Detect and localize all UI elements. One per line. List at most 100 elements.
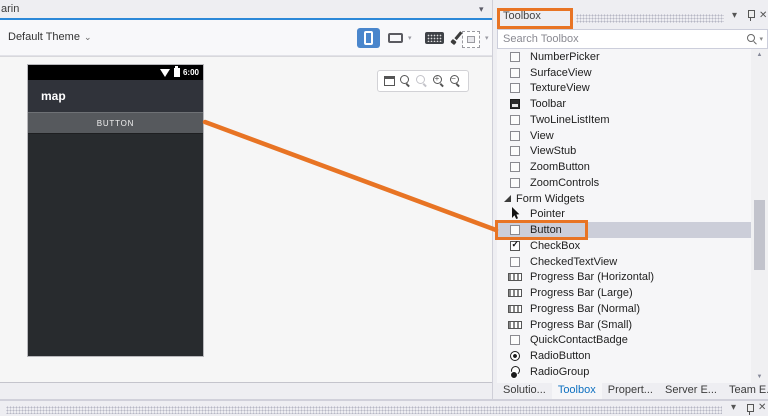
progress-bar-icon	[508, 320, 522, 329]
chevron-down-icon[interactable]: ▾	[485, 34, 489, 42]
scrollbar-thumb[interactable]	[754, 200, 765, 270]
toolbox-item[interactable]: TwoLineListItem	[497, 112, 751, 128]
panel-tab-teame[interactable]: Team E...	[723, 383, 768, 399]
toolbox-item[interactable]: Progress Bar (Normal)	[497, 301, 751, 317]
toolbox-item[interactable]: View	[497, 128, 751, 144]
icon-holder	[508, 67, 522, 78]
icon-holder	[508, 177, 522, 188]
zoom-controls: + −	[377, 70, 469, 92]
window-position-menu-icon[interactable]: ▾	[732, 10, 737, 21]
designed-button-widget[interactable]: BUTTON	[28, 112, 203, 134]
toolbox-item[interactable]: Toolbar	[497, 96, 751, 112]
keyboard-icon	[424, 32, 444, 44]
keyboard-state-button[interactable]	[422, 28, 446, 48]
toolbox-item[interactable]: CheckedTextView	[497, 254, 751, 270]
document-tab-label[interactable]: arin	[1, 3, 19, 15]
toolbox-group-header[interactable]: Form Widgets	[497, 191, 751, 207]
icon-holder	[508, 366, 522, 380]
chevron-down-icon[interactable]: ▾	[479, 4, 484, 15]
minus-sign: −	[451, 74, 456, 83]
panel-tab-propert[interactable]: Propert...	[602, 383, 659, 399]
zoom-out-icon[interactable]: −	[449, 74, 462, 87]
icon-holder	[508, 114, 522, 125]
theme-selector-label: Default Theme	[8, 31, 80, 43]
toolbox-item-label: Progress Bar (Large)	[530, 287, 633, 300]
zoom-100-icon	[416, 75, 428, 87]
toolbox-item-label: RadioButton	[530, 350, 591, 363]
design-surface[interactable]: 6:00 map BUTTON + −	[0, 56, 492, 383]
chevron-down-icon[interactable]: ▾	[408, 34, 412, 42]
device-landscape-button[interactable]	[384, 28, 406, 48]
toolbox-item[interactable]: Pointer	[497, 206, 751, 223]
toolbox-item-label: Button	[530, 224, 562, 237]
toolbox-panel: Toolbox ▾ ✕ ▾ NumberPicker SurfaceView Tex…	[494, 0, 768, 416]
toolbox-item-label: Progress Bar (Small)	[530, 318, 633, 331]
toolbox-item[interactable]: SurfaceView	[497, 65, 751, 81]
toolbox-item[interactable]: Progress Bar (Large)	[497, 285, 751, 301]
window-position-menu-icon[interactable]: ▾	[731, 402, 736, 413]
icon-holder	[508, 351, 522, 362]
icon-holder	[508, 256, 522, 267]
toolbox-item-label: ZoomButton	[530, 161, 590, 174]
widget-box-icon	[510, 162, 520, 173]
panel-tab-bar: Solutio... Toolbox Propert... Server E... Te…	[497, 383, 768, 399]
toolbox-item[interactable]: RadioGroup	[497, 364, 751, 380]
search-icon[interactable]	[745, 33, 757, 45]
toolbox-item[interactable]: ZoomButton	[497, 159, 751, 175]
toolbox-item-label: ViewStub	[530, 145, 577, 158]
widget-box-icon	[510, 67, 520, 78]
widget-box-icon	[510, 83, 520, 94]
toolbox-item[interactable]: RadioButton	[497, 348, 751, 364]
toolbox-item-label: TwoLineListItem	[530, 113, 610, 126]
close-icon[interactable]: ✕	[759, 10, 767, 21]
phone-app-title: map	[41, 89, 66, 103]
toolbox-item[interactable]: QuickContactBadge	[497, 333, 751, 349]
toolbox-item[interactable]: Progress Bar (Horizontal)	[497, 270, 751, 286]
zoom-in-icon[interactable]: +	[433, 74, 445, 87]
phone-status-bar: 6:00	[28, 65, 203, 80]
pin-icon[interactable]	[745, 403, 754, 416]
toolbox-item-label: View	[530, 129, 554, 142]
toolbox-item[interactable]: Button	[497, 222, 751, 238]
toolbox-list: NumberPicker SurfaceView TextureView Toolba…	[497, 49, 751, 383]
search-input[interactable]	[498, 33, 746, 45]
toolbox-item[interactable]: ZoomControls	[497, 175, 751, 191]
device-portrait-button[interactable]	[357, 28, 380, 48]
pin-icon[interactable]	[746, 9, 755, 22]
toolbox-item-label: SurfaceView	[530, 66, 592, 79]
theme-selector[interactable]: Default Theme ⌄	[8, 31, 92, 43]
grid-options-button[interactable]	[459, 29, 483, 49]
panel-tab-toolbox[interactable]: Toolbox	[551, 383, 602, 399]
toolbox-title-bar[interactable]: Toolbox ▾ ✕	[494, 7, 768, 28]
icon-holder	[508, 239, 522, 251]
radio-button-icon	[510, 351, 520, 362]
toolbox-item[interactable]: CheckBox	[497, 238, 751, 254]
widget-box-icon	[510, 177, 520, 188]
document-tab-strip: arin ▾	[0, 0, 492, 18]
bottom-dock-title-bar[interactable]: ▾ ✕	[0, 399, 768, 416]
toolbox-item-label: RadioGroup	[530, 365, 590, 378]
toolbox-item[interactable]: ViewStub	[497, 144, 751, 160]
fit-to-window-icon[interactable]	[384, 76, 396, 86]
panel-drag-grip[interactable]	[6, 406, 722, 414]
designer-editor-pane: arin ▾ Default Theme ⌄ ▾ ▾ 6:00 map BUTT…	[0, 0, 493, 399]
toolbox-item-label: NumberPicker	[530, 50, 600, 63]
scroll-down-icon[interactable]: ▼	[751, 374, 768, 380]
close-icon[interactable]: ✕	[758, 402, 766, 413]
panel-drag-grip[interactable]	[576, 14, 724, 23]
widget-box-icon	[510, 335, 520, 346]
icon-holder	[508, 130, 522, 141]
toolbox-item[interactable]: NumberPicker	[497, 49, 751, 65]
phone-content-area[interactable]	[28, 134, 203, 356]
toolbox-item[interactable]: TextureView	[497, 81, 751, 97]
toolbox-scrollbar[interactable]: ▲ ▼	[751, 49, 768, 383]
chevron-down-icon[interactable]: ▾	[759, 35, 763, 43]
toolbox-item[interactable]: Progress Bar (Small)	[497, 317, 751, 333]
panel-tab-servere[interactable]: Server E...	[659, 383, 723, 399]
pointer-cursor-icon	[511, 206, 520, 222]
designed-button-label: BUTTON	[96, 118, 135, 128]
zoom-to-fit-icon[interactable]	[399, 75, 412, 87]
scroll-up-icon[interactable]: ▲	[751, 52, 768, 58]
panel-tab-solutio[interactable]: Solutio...	[497, 383, 552, 399]
toolbox-title: Toolbox	[503, 10, 541, 22]
